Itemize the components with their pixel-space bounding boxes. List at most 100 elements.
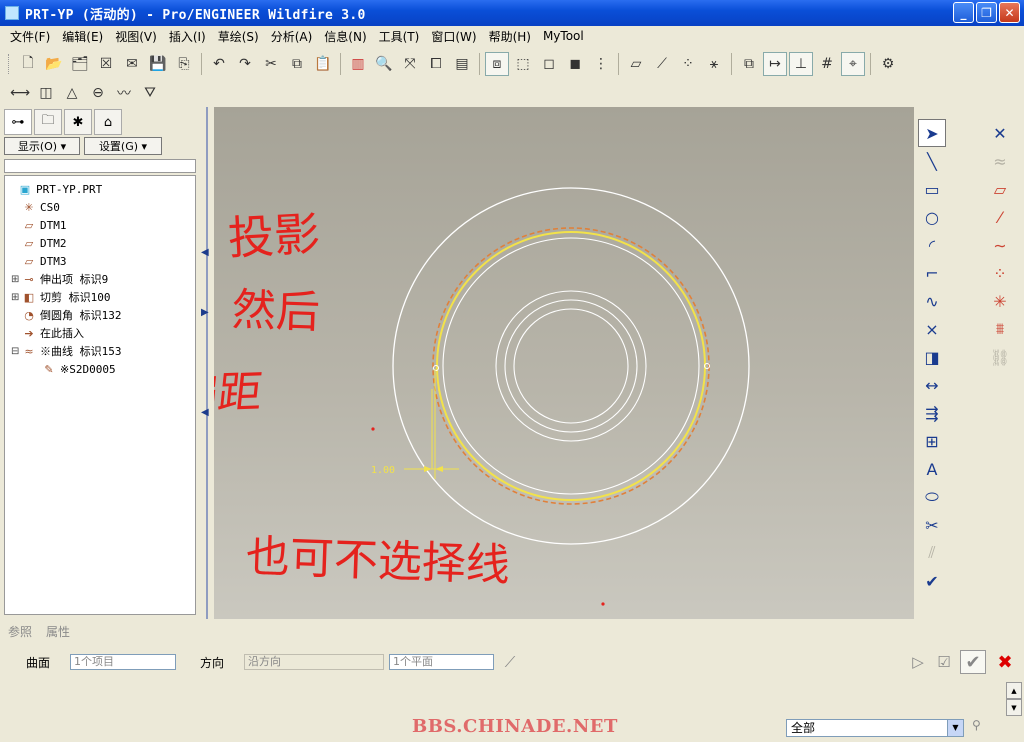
- measure-area-icon[interactable]: ◫: [34, 81, 58, 105]
- save-copy-icon[interactable]: ⎘: [172, 52, 196, 76]
- hidden-line-icon[interactable]: ⬚: [511, 52, 535, 76]
- menu-file[interactable]: 文件(F): [4, 28, 56, 45]
- menu-help[interactable]: 帮助(H): [483, 28, 537, 45]
- csys-tool-icon[interactable]: ✳: [986, 287, 1014, 315]
- menu-analysis[interactable]: 分析(A): [265, 28, 319, 45]
- toolbar-grip[interactable]: [8, 54, 11, 74]
- ok-check-button[interactable]: ✔: [960, 650, 986, 674]
- flip-direction-icon[interactable]: ⟋: [500, 651, 520, 673]
- new-file-icon[interactable]: 🗋: [16, 52, 40, 76]
- cut-icon[interactable]: ✂: [259, 52, 283, 76]
- menu-tools[interactable]: 工具(T): [373, 28, 426, 45]
- menu-insert[interactable]: 插入(I): [163, 28, 212, 45]
- show-dropdown-button[interactable]: 显示(O) ▾: [4, 137, 80, 155]
- analysis-feature-icon[interactable]: ⩩: [986, 315, 1014, 343]
- open-session-icon[interactable]: 🗂: [68, 52, 92, 76]
- redo-icon[interactable]: ↷: [233, 52, 257, 76]
- circle-tool-icon[interactable]: ○: [918, 203, 946, 231]
- direction-select[interactable]: 沿方向: [244, 654, 384, 670]
- collapse-arrow-icon[interactable]: ◀: [201, 247, 209, 258]
- expand-toggle-icon[interactable]: ⊞: [11, 292, 21, 303]
- tree-item[interactable]: ➔ 在此插入: [5, 324, 195, 342]
- shading-icon[interactable]: ◼: [563, 52, 587, 76]
- tree-item[interactable]: ✎ ※S2D0005: [5, 360, 195, 378]
- settings-dropdown-button[interactable]: 设置(G) ▾: [84, 137, 162, 155]
- save-icon[interactable]: 💾: [146, 52, 170, 76]
- expand-toggle-icon[interactable]: ⊟: [11, 346, 21, 357]
- dimension-value[interactable]: 1.00: [371, 465, 395, 476]
- panel-splitter[interactable]: ◀ ▶ ◀: [200, 107, 214, 619]
- close-button[interactable]: ✕: [999, 2, 1020, 23]
- collapse-arrow-icon[interactable]: ◀: [201, 407, 209, 418]
- done-check-icon[interactable]: ✔: [918, 567, 946, 595]
- menu-mytool[interactable]: MyTool: [537, 29, 590, 43]
- model-tree-toggle-icon[interactable]: ⋮: [589, 52, 613, 76]
- spline-tool-icon[interactable]: ∿: [918, 287, 946, 315]
- collapse-arrow-icon[interactable]: ▶: [201, 307, 209, 318]
- exit-sketch-icon[interactable]: ✕: [986, 119, 1014, 147]
- color-appearance-icon[interactable]: ▥: [346, 52, 370, 76]
- chain-faded-icon[interactable]: ⛓: [986, 343, 1014, 371]
- zoom-in-icon[interactable]: 🔍: [372, 52, 396, 76]
- tree-item[interactable]: ⊞ ◧ 切剪 标识100: [5, 288, 195, 306]
- dimension-display-icon[interactable]: ↦: [763, 52, 787, 76]
- constraint-tool-icon[interactable]: ⊞: [918, 427, 946, 455]
- curve-analysis-icon[interactable]: 〰: [112, 81, 136, 105]
- plane-collector[interactable]: 1个平面: [389, 654, 494, 670]
- paste-icon[interactable]: 📋: [311, 52, 335, 76]
- tab-properties[interactable]: 属性: [46, 623, 70, 640]
- selection-filter-select[interactable]: 全部 ▼: [786, 719, 964, 737]
- text-tool-icon[interactable]: A: [918, 455, 946, 483]
- measure-distance-icon[interactable]: ⟷: [8, 81, 32, 105]
- datum-axis-tool-icon[interactable]: ⁄: [986, 203, 1014, 231]
- no-hidden-icon[interactable]: ◻: [537, 52, 561, 76]
- mass-properties-icon[interactable]: △: [60, 81, 84, 105]
- menu-sketch[interactable]: 草绘(S): [212, 28, 265, 45]
- vertex-display-icon[interactable]: ⌖: [841, 52, 865, 76]
- surface-collector[interactable]: 1个项目: [70, 654, 176, 670]
- open-folder-icon[interactable]: 📂: [42, 52, 66, 76]
- tree-item[interactable]: ◔ 倒圆角 标识132: [5, 306, 195, 324]
- tree-item[interactable]: ▱ DTM1: [5, 216, 195, 234]
- datum-points-toggle-icon[interactable]: ⁘: [676, 52, 700, 76]
- curve-faded-icon[interactable]: ≈: [986, 147, 1014, 175]
- menu-view[interactable]: 视图(V): [109, 28, 163, 45]
- saved-views-icon[interactable]: ⧠: [424, 52, 448, 76]
- chevron-down-icon[interactable]: ▼: [947, 720, 963, 736]
- point-tool-icon[interactable]: ×: [918, 315, 946, 343]
- rectangle-tool-icon[interactable]: ▭: [918, 175, 946, 203]
- pause-icon[interactable]: ▷: [908, 651, 928, 673]
- connections-tab-icon[interactable]: ⌂: [94, 109, 122, 135]
- select-arrow-icon[interactable]: ➤: [918, 119, 946, 147]
- layers-icon[interactable]: ▤: [450, 52, 474, 76]
- modify-tool-icon[interactable]: ⇶: [918, 399, 946, 427]
- surface-analysis-icon[interactable]: ⛛: [138, 81, 162, 105]
- use-edge-tool-icon[interactable]: ◨: [918, 343, 946, 371]
- trim-tool-icon[interactable]: ✂: [918, 511, 946, 539]
- section-analysis-icon[interactable]: ⊖: [86, 81, 110, 105]
- csys-toggle-icon[interactable]: ⚹: [702, 52, 726, 76]
- line-tool-icon[interactable]: ╲: [918, 147, 946, 175]
- datum-plane-tool-icon[interactable]: ▱: [986, 175, 1014, 203]
- tree-item[interactable]: ▣ PRT-YP.PRT: [5, 180, 195, 198]
- sketch-orient-icon[interactable]: ⧉: [737, 52, 761, 76]
- datum-curve-tool-icon[interactable]: ∼: [986, 231, 1014, 259]
- palette-tool-icon[interactable]: ⬭: [918, 483, 946, 511]
- tree-item[interactable]: ⊞ ⊸ 伸出项 标识9: [5, 270, 195, 288]
- wireframe-icon[interactable]: ⧈: [485, 52, 509, 76]
- folder-browser-tab-icon[interactable]: 🗀: [34, 109, 62, 135]
- datum-axes-toggle-icon[interactable]: ⟋: [650, 52, 674, 76]
- close-window-icon[interactable]: ☒: [94, 52, 118, 76]
- tree-item[interactable]: ▱ DTM2: [5, 234, 195, 252]
- cancel-x-button[interactable]: ✖: [992, 650, 1018, 674]
- message-scrollbar[interactable]: ▲ ▼: [1006, 682, 1022, 716]
- graphics-window[interactable]: 1.00 投影 然后 偏距 也可不选择线: [214, 107, 914, 619]
- datum-point-tool-icon[interactable]: ⁘: [986, 259, 1014, 287]
- menu-edit[interactable]: 编辑(E): [56, 28, 109, 45]
- undo-icon[interactable]: ↶: [207, 52, 231, 76]
- dimension-tool-icon[interactable]: ↔: [918, 371, 946, 399]
- tree-item[interactable]: ⊟ ≈ ※曲线 标识153: [5, 342, 195, 360]
- file-send-icon[interactable]: ✉: [120, 52, 144, 76]
- preview-icon[interactable]: ☑: [934, 651, 954, 673]
- sketch-canvas[interactable]: 1.00 投影 然后 偏距 也可不选择线: [214, 107, 914, 619]
